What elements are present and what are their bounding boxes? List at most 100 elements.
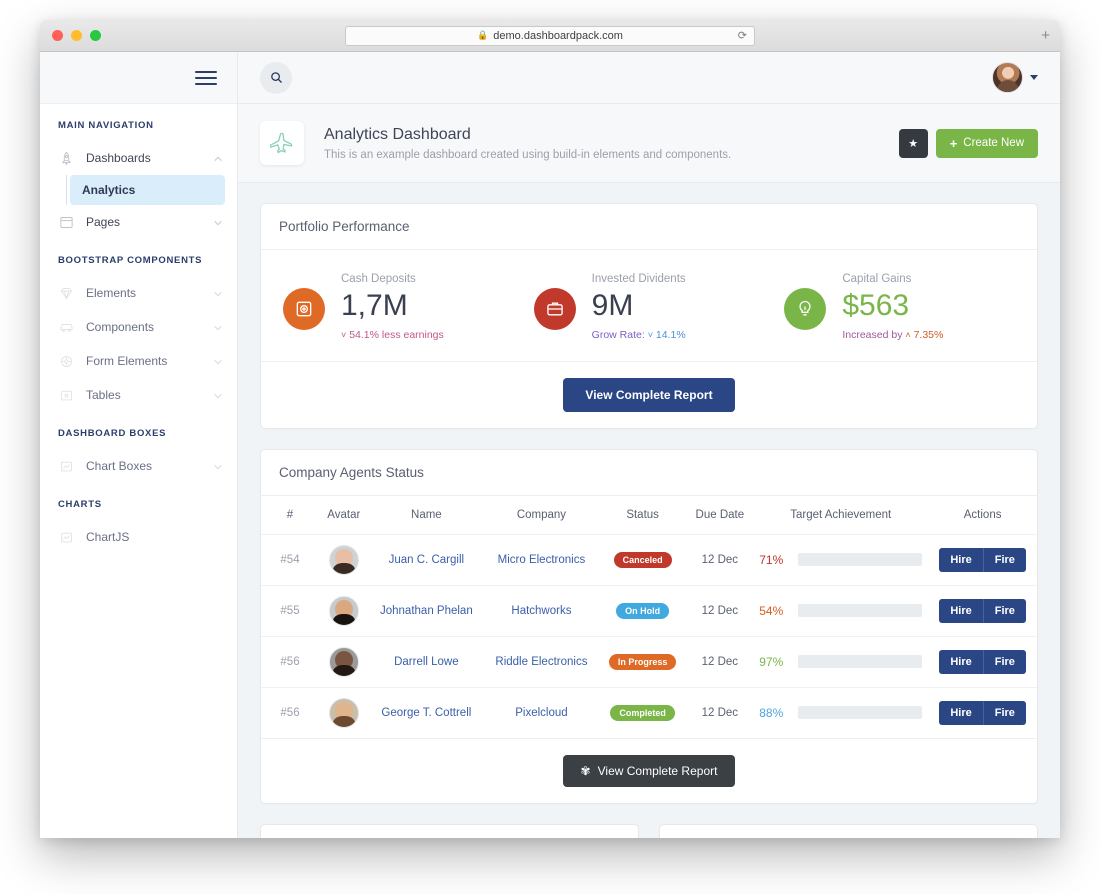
cell-company[interactable]: Hatchworks (484, 584, 599, 636)
sidebar-item-analytics[interactable]: Analytics (70, 175, 225, 205)
action-button-group: Hire Fire (939, 649, 1026, 674)
company-link[interactable]: Micro Electronics (498, 554, 586, 566)
chevron-up-icon (213, 153, 223, 163)
column-header-id: # (286, 508, 294, 521)
portfolio-performance-card: Portfolio Performance Cash Deposits 1,7M… (260, 203, 1038, 429)
chevron-down-icon (213, 356, 223, 366)
bottom-row: Technical Support HELPDESK TICKETS 34 5%… (260, 823, 1038, 838)
favorite-star-button[interactable]: ★ (898, 128, 928, 158)
chevron-down-icon (213, 288, 223, 298)
column-header-status: Status (626, 508, 659, 521)
company-agents-card: Company Agents Status # Avatar Name Comp… (260, 448, 1038, 804)
cell-target-achievement: 88% (753, 686, 929, 738)
avatar (328, 595, 359, 626)
table-row: #54 Juan C. Cargill Micro Electronics Ca… (261, 533, 1037, 585)
cell-company[interactable]: Micro Electronics (484, 533, 599, 585)
sidebar-item-tables[interactable]: Tables (40, 378, 237, 412)
company-link[interactable]: Hatchworks (511, 605, 571, 617)
agent-name-link[interactable]: George T. Cottrell (381, 707, 471, 719)
search-icon[interactable] (260, 61, 292, 94)
create-new-button[interactable]: + Create New (935, 128, 1038, 158)
table-row: #56 George T. Cottrell Pixelcloud Comple… (261, 686, 1037, 738)
column-header-avatar: Avatar (327, 508, 361, 521)
portfolio-card-footer: View Complete Report (261, 360, 1037, 428)
column-header-target: Target Achievement (790, 508, 892, 521)
view-complete-report-button[interactable]: ✾ View Complete Report (562, 754, 736, 787)
fire-button[interactable]: Fire (982, 700, 1026, 725)
hire-button[interactable]: Hire (939, 598, 983, 623)
sidebar-item-pages[interactable]: Pages (40, 205, 237, 239)
progress-percent: 97% (759, 654, 784, 669)
reload-icon[interactable]: ⟳ (738, 29, 747, 42)
company-link[interactable]: Pixelcloud (515, 707, 567, 719)
cell-name[interactable]: Darrell Lowe (368, 635, 485, 687)
maximize-window-button[interactable] (90, 30, 101, 41)
sidebar-item-elements[interactable]: Elements (40, 276, 237, 310)
fire-button[interactable]: Fire (982, 598, 1026, 623)
user-menu[interactable] (992, 62, 1038, 93)
browser-window: 🔒 demo.dashboardpack.com ⟳ + MAIN NAVIGA… (40, 20, 1060, 838)
minimize-window-button[interactable] (71, 30, 82, 41)
cell-name[interactable]: Johnathan Phelan (368, 584, 485, 636)
sidebar-item-dashboards[interactable]: Dashboards (40, 141, 237, 175)
progress-bar (798, 706, 923, 719)
cell-due-date: 12 Dec (686, 686, 754, 738)
cell-id: #56 (261, 686, 319, 738)
metric-capital-gains: Capital Gains $563 Increased by ˄ 7.35% (774, 272, 1025, 341)
action-button-group: Hire Fire (939, 598, 1026, 623)
fire-button[interactable]: Fire (982, 649, 1026, 674)
timeline-card: Timeline Example All Hands Meeting (659, 823, 1038, 838)
sidebar-item-chart-boxes[interactable]: Chart Boxes (40, 449, 237, 483)
url-text: demo.dashboardpack.com (493, 29, 623, 42)
view-report-label: View Complete Report (597, 763, 718, 778)
metric-prefix: Increased by (842, 328, 903, 341)
sidebar-item-components[interactable]: Components (40, 310, 237, 344)
table-row: #55 Johnathan Phelan Hatchworks On Hold … (261, 584, 1037, 636)
new-tab-button[interactable]: + (1041, 28, 1050, 43)
agent-name-link[interactable]: Johnathan Phelan (380, 605, 473, 617)
agent-name-link[interactable]: Darrell Lowe (394, 656, 459, 668)
address-bar[interactable]: 🔒 demo.dashboardpack.com ⟳ (345, 25, 755, 46)
content-scroll-area[interactable]: Analytics Dashboard This is an example d… (238, 104, 1060, 838)
company-link[interactable]: Riddle Electronics (495, 656, 587, 668)
sidebar-item-label: Elements (86, 286, 137, 300)
topbar (238, 52, 1060, 104)
app-root: MAIN NAVIGATION Dashboards Analytics Pag… (40, 52, 1060, 838)
sidebar-item-label: Pages (86, 215, 121, 229)
chevron-down-icon (213, 322, 223, 332)
window-controls[interactable] (52, 30, 101, 41)
progress-bar (798, 553, 923, 566)
avatar (328, 646, 359, 677)
close-window-button[interactable] (52, 30, 63, 41)
cell-name[interactable]: Juan C. Cargill (368, 533, 485, 585)
sidebar-section-title: CHARTS (58, 499, 102, 510)
car-icon (58, 319, 74, 335)
cell-company[interactable]: Pixelcloud (484, 686, 599, 738)
metric-label: Capital Gains (842, 273, 912, 285)
sidebar-item-chartjs[interactable]: ChartJS (40, 520, 237, 554)
progress-bar (798, 604, 923, 617)
fire-button[interactable]: Fire (982, 547, 1026, 572)
cell-status: On Hold (598, 584, 687, 636)
column-header-actions: Actions (963, 508, 1002, 521)
create-new-label: Create New (963, 137, 1024, 149)
metrics-row: Cash Deposits 1,7M ˅ 54.1% less earnings (261, 250, 1037, 361)
cell-actions: Hire Fire (928, 635, 1037, 687)
sidebar-item-form-elements[interactable]: Form Elements (40, 344, 237, 378)
cell-company[interactable]: Riddle Electronics (484, 635, 599, 687)
chevron-down-icon (213, 217, 223, 227)
hamburger-icon[interactable] (195, 70, 217, 85)
cell-status: In Progress (598, 635, 687, 687)
hire-button[interactable]: Hire (939, 700, 983, 725)
cell-actions: Hire Fire (928, 584, 1037, 636)
view-complete-report-button[interactable]: View Complete Report (563, 377, 735, 412)
hire-button[interactable]: Hire (939, 649, 983, 674)
sidebar-nav: MAIN NAVIGATION Dashboards Analytics Pag… (40, 104, 237, 554)
progress-percent: 54% (759, 603, 784, 618)
cell-target-achievement: 97% (753, 635, 929, 687)
hire-button[interactable]: Hire (939, 547, 983, 572)
sidebar: MAIN NAVIGATION Dashboards Analytics Pag… (40, 52, 238, 838)
agent-name-link[interactable]: Juan C. Cargill (389, 554, 464, 566)
sidebar-item-label: Form Elements (86, 354, 168, 368)
cell-name[interactable]: George T. Cottrell (368, 686, 485, 738)
